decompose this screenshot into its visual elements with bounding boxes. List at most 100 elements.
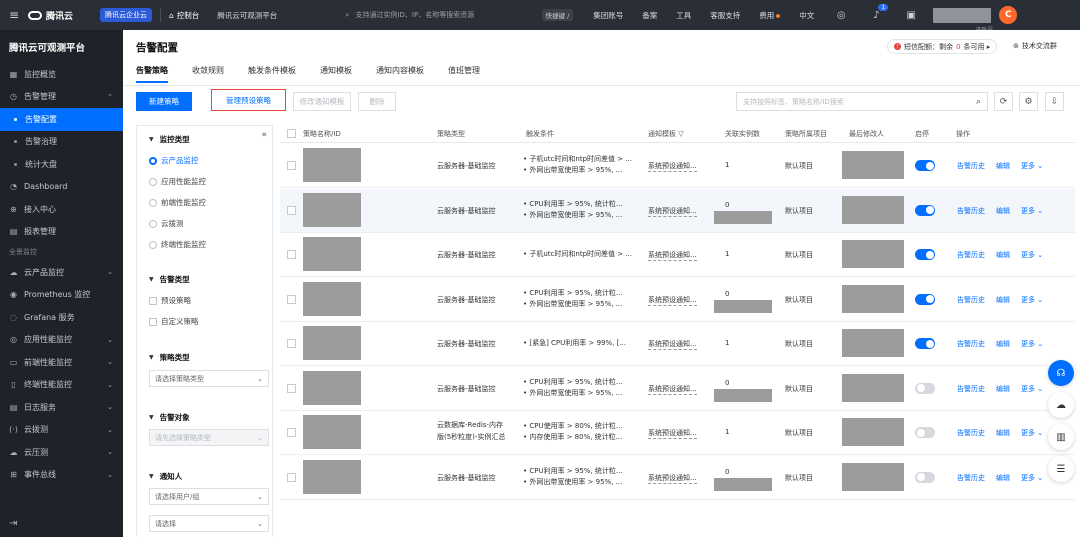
checkbox-custom-policy[interactable]: 自定义策略 xyxy=(149,316,199,327)
message-icon[interactable]: ▣ xyxy=(903,7,919,23)
policy-type-select[interactable]: 请选择策略类型 ⌄ xyxy=(149,370,269,387)
enable-toggle[interactable] xyxy=(915,471,935,483)
col-instance-count[interactable]: 关联实例数 xyxy=(725,129,760,139)
refresh-icon[interactable]: ⟳ xyxy=(994,92,1013,111)
edit-link[interactable]: 编辑 xyxy=(996,339,1010,349)
policy-name-redacted[interactable] xyxy=(303,192,361,227)
sidebar-item-alarm-config[interactable]: 告警配置 xyxy=(0,108,123,131)
edit-link[interactable]: 编辑 xyxy=(996,250,1010,260)
sidebar-item-access-center[interactable]: ⊕ 接入中心 xyxy=(0,198,123,221)
policy-search[interactable]: 支持按照标签、策略名称/ID搜索 ⌕ xyxy=(736,92,988,111)
policy-name-redacted[interactable] xyxy=(303,148,361,182)
filter-section-monitor-type[interactable]: ▼ 监控类型 xyxy=(149,134,190,145)
tab-on-duty[interactable]: 值班管理 xyxy=(448,65,480,82)
tab-alarm-policy[interactable]: 告警策略 xyxy=(136,65,168,83)
settings-gear-icon[interactable]: ⚙ xyxy=(1019,92,1038,111)
sidebar-item-reports[interactable]: ▤ 报表管理 xyxy=(0,221,123,244)
sidebar-item-event-bus[interactable]: ⊞ 事件总线 ⌄ xyxy=(0,464,123,487)
notify-template-link[interactable]: 系统预设通知... xyxy=(648,339,697,350)
bell-icon[interactable]: ♪ 1 xyxy=(868,4,889,23)
radio-probe[interactable]: 云拨测 xyxy=(149,218,184,229)
username-redacted[interactable]: 子账号 xyxy=(933,7,993,34)
edit-link[interactable]: 编辑 xyxy=(996,384,1010,394)
notify-template-link[interactable]: 系统预设通知... xyxy=(648,384,697,395)
row-checkbox[interactable] xyxy=(287,428,296,437)
sidebar-item-grafana[interactable]: ◌ Grafana 服务 xyxy=(0,306,123,329)
more-dropdown[interactable]: 更多 ⌄ xyxy=(1021,161,1043,171)
instance-count[interactable]: 1 xyxy=(725,250,729,258)
tencent-cloud-logo[interactable]: 腾讯云 xyxy=(28,9,98,22)
col-notify-template[interactable]: 通知模板 ▽ xyxy=(648,129,684,139)
more-dropdown[interactable]: 更多 ⌄ xyxy=(1021,206,1043,216)
instance-count[interactable]: 1 xyxy=(725,161,729,169)
headset-support-icon[interactable]: ☊ xyxy=(1048,360,1074,386)
policy-name-redacted[interactable] xyxy=(303,326,361,360)
manage-preset-policy-button[interactable]: 管理预设策略 xyxy=(211,89,286,111)
sidebar-item-alarm-governance[interactable]: 告警治理 xyxy=(0,131,123,154)
sidebar-item-log[interactable]: ▤ 日志服务 ⌄ xyxy=(0,396,123,419)
link-language[interactable]: 中文 xyxy=(799,10,814,21)
notify-template-link[interactable]: 系统预设通知... xyxy=(648,206,697,217)
col-trigger[interactable]: 触发条件 xyxy=(526,129,554,139)
modify-notify-template-button[interactable]: 修改通知模板 xyxy=(293,92,351,111)
row-checkbox[interactable] xyxy=(287,250,296,259)
policy-name-redacted[interactable] xyxy=(303,281,361,316)
alarm-history-link[interactable]: 告警历史 xyxy=(957,250,985,260)
row-checkbox[interactable] xyxy=(287,294,296,304)
enable-toggle[interactable] xyxy=(915,382,935,394)
link-billing[interactable]: 费用 xyxy=(759,10,781,21)
instance-count[interactable]: 0 xyxy=(725,290,729,298)
sidebar-item-stress[interactable]: ☁ 云压测 ⌄ xyxy=(0,441,123,464)
enable-toggle[interactable] xyxy=(915,204,935,216)
link-tools[interactable]: 工具 xyxy=(676,10,691,21)
book-icon[interactable]: ▥ xyxy=(1048,424,1074,450)
global-search[interactable]: ⌕ 支持通过实例ID、IP、名称等搜索资源 快捷键 / xyxy=(339,6,580,24)
policy-name-redacted[interactable] xyxy=(303,237,361,271)
row-checkbox[interactable] xyxy=(287,472,296,482)
cloud-upload-icon[interactable]: ☁ xyxy=(1048,392,1074,418)
filter-section-alarm-object[interactable]: ▼ 告警对象 xyxy=(149,412,190,423)
edit-link[interactable]: 编辑 xyxy=(996,161,1010,171)
sidebar-item-stats-dashboard[interactable]: 统计大盘 xyxy=(0,153,123,176)
row-checkbox[interactable] xyxy=(287,205,296,215)
list-icon[interactable]: ☰ xyxy=(1048,456,1074,482)
alarm-history-link[interactable]: 告警历史 xyxy=(957,206,985,216)
tab-convergence-rules[interactable]: 收敛规则 xyxy=(192,65,224,82)
instance-count[interactable]: 0 xyxy=(725,379,729,387)
row-checkbox[interactable] xyxy=(287,339,296,348)
notify-template-link[interactable]: 系统预设通知... xyxy=(648,428,697,439)
console-link[interactable]: ⌂ 控制台 xyxy=(169,10,199,21)
alarm-object-select[interactable]: 请先选择策略类型 ⌄ xyxy=(149,429,269,446)
enterprise-badge[interactable]: 腾讯云企业云 xyxy=(100,8,152,22)
col-enable[interactable]: 启停 xyxy=(915,129,929,139)
row-checkbox[interactable] xyxy=(287,383,296,393)
tech-group-link[interactable]: ⊚ 技术交流群 xyxy=(1013,41,1057,51)
alarm-history-link[interactable]: 告警历史 xyxy=(957,428,985,438)
link-filing[interactable]: 备案 xyxy=(642,10,657,21)
sidebar-item-apm[interactable]: ◎ 应用性能监控 ⌄ xyxy=(0,329,123,352)
edit-link[interactable]: 编辑 xyxy=(996,473,1010,483)
notify-template-link[interactable]: 系统预设通知... xyxy=(648,295,697,306)
alarm-history-link[interactable]: 告警历史 xyxy=(957,339,985,349)
notify-template-link[interactable]: 系统预设通知... xyxy=(648,473,697,484)
sms-quota-badge[interactable]: ! 短信配额：剩余 0 条可用 ▸ xyxy=(887,39,998,54)
tab-notify-content-template[interactable]: 通知内容模板 xyxy=(376,65,424,82)
more-dropdown[interactable]: 更多 ⌄ xyxy=(1021,250,1043,260)
edit-link[interactable]: 编辑 xyxy=(996,206,1010,216)
hamburger-menu-icon[interactable]: ≡ xyxy=(0,0,28,30)
compass-icon[interactable]: ◎ xyxy=(833,7,849,23)
enable-toggle[interactable] xyxy=(915,427,935,438)
link-group-account[interactable]: 集团账号 xyxy=(593,10,623,21)
link-support[interactable]: 客服支持 xyxy=(710,10,740,21)
new-policy-button[interactable]: 新建策略 xyxy=(136,92,192,111)
sidebar-item-probe[interactable]: (·) 云拨测 ⌄ xyxy=(0,419,123,442)
more-dropdown[interactable]: 更多 ⌄ xyxy=(1021,295,1043,305)
instance-count[interactable]: 1 xyxy=(725,428,729,436)
select-all-checkbox[interactable] xyxy=(287,129,296,138)
alarm-history-link[interactable]: 告警历史 xyxy=(957,473,985,483)
radio-apm[interactable]: 应用性能监控 xyxy=(149,176,206,187)
policy-name-redacted[interactable] xyxy=(303,415,361,449)
filter-section-notify[interactable]: ▼ 通知人 xyxy=(149,471,182,482)
alarm-history-link[interactable]: 告警历史 xyxy=(957,295,985,305)
policy-name-redacted[interactable] xyxy=(303,459,361,494)
